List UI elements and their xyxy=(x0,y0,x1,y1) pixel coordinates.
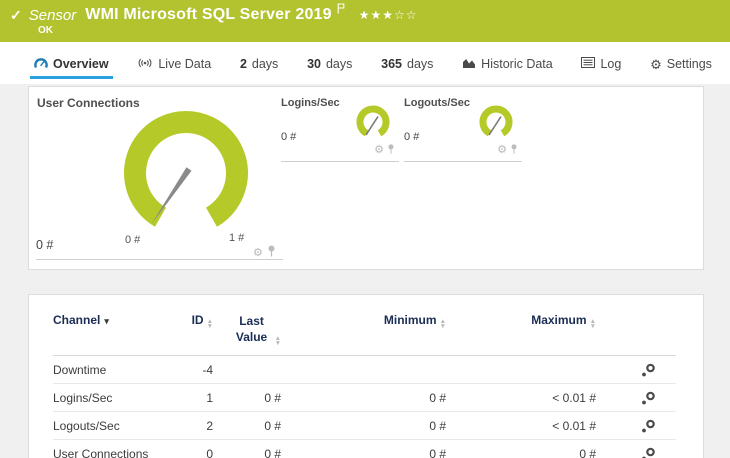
sort-icon: ▲ ▼ xyxy=(589,318,596,330)
gear-icon: ⚙ xyxy=(650,56,662,72)
logouts-gauge-chart xyxy=(479,105,513,137)
priority-stars[interactable]: ★★★☆☆ xyxy=(359,8,418,22)
sort-icon: ▲ ▼ xyxy=(274,335,281,347)
tab-live-data[interactable]: Live Data xyxy=(133,48,215,79)
cell-maximum: 0 # xyxy=(579,446,596,458)
table-row: User Connections 0 0 # 0 # 0 # xyxy=(53,440,676,458)
tab-number: 2 xyxy=(239,57,247,71)
gauge-settings-gear-icon[interactable]: ⚙ xyxy=(374,144,384,156)
table-row: Downtime -4 xyxy=(53,356,676,385)
stars-filled[interactable]: ★★★ xyxy=(359,8,394,22)
col-header-last-value[interactable]: Last Value ▲ ▼ xyxy=(213,313,281,346)
log-list-icon xyxy=(581,57,596,71)
logouts-sec-gauge: Logouts/Sec 0 # ⚙ xyxy=(404,95,522,162)
user-connections-gauge-chart xyxy=(124,111,248,227)
sensor-title: WMI Microsoft SQL Server 2019 xyxy=(85,6,332,23)
channel-table: Channel ▾ ID ▲ ▼ Last Value ▲ ▼ Minimum ▲ ▼ Max… xyxy=(29,295,703,458)
col-label: Maximum xyxy=(531,313,587,327)
cell-channel: User Connections xyxy=(53,446,149,458)
tab-settings[interactable]: ⚙ Settings xyxy=(646,48,716,78)
area-chart-icon xyxy=(462,57,476,72)
gauge-current-value: 0 # xyxy=(281,131,297,143)
cell-minimum: 0 # xyxy=(429,390,446,405)
live-signal-icon xyxy=(137,57,153,72)
col-label: Minimum xyxy=(383,313,437,327)
edit-channel-icon[interactable] xyxy=(641,363,656,377)
gauge-settings-gear-icon[interactable]: ⚙ xyxy=(253,247,263,259)
tab-label: days xyxy=(325,57,353,71)
gauge-settings-gear-icon[interactable]: ⚙ xyxy=(497,144,507,156)
gauge-current-value: 0 # xyxy=(36,238,54,252)
col-label: Channel xyxy=(53,313,101,327)
cell-id: 2 xyxy=(206,418,213,433)
cell-id: 0 xyxy=(206,446,213,458)
tab-historic-data[interactable]: Historic Data xyxy=(458,48,557,79)
tab-bar: Overview Live Data 2 days 30 days 365 da… xyxy=(0,42,730,84)
edit-channel-icon[interactable] xyxy=(641,391,656,405)
col-header-minimum[interactable]: Minimum ▲ ▼ xyxy=(281,313,446,329)
cell-maximum: < 0.01 # xyxy=(552,390,596,405)
cell-channel: Logouts/Sec xyxy=(53,418,120,433)
divider xyxy=(36,259,283,260)
prtg-sensor-page: ✓ Sensor WMI Microsoft SQL Server 2019 ★… xyxy=(0,0,730,458)
priority-flag-icon[interactable] xyxy=(337,1,345,19)
pin-icon[interactable] xyxy=(387,141,395,159)
tab-2-days[interactable]: 2 days xyxy=(236,48,282,78)
cell-channel: Downtime xyxy=(53,362,107,377)
cell-last-value: 0 # xyxy=(264,390,281,405)
gauges-panel: User Connections 0 # 1 # 0 # ⚙ Logins/Se… xyxy=(28,86,704,270)
tab-label: Historic Data xyxy=(481,57,553,71)
channels-panel: Channel ▾ ID ▲ ▼ Last Value ▲ ▼ Minimum ▲ ▼ Max… xyxy=(28,294,704,458)
gauge-title: Logins/Sec xyxy=(281,97,340,109)
col-header-channel[interactable]: Channel ▾ xyxy=(53,313,158,327)
stars-empty[interactable]: ☆☆ xyxy=(394,8,418,22)
cell-id: 1 xyxy=(206,390,213,405)
col-header-maximum[interactable]: Maximum ▲ ▼ xyxy=(446,313,596,329)
tab-label: days xyxy=(407,57,434,71)
object-kind-label: Sensor xyxy=(28,6,77,24)
tab-30-days[interactable]: 30 days xyxy=(303,48,356,78)
tab-label: Log xyxy=(600,57,622,71)
tab-overview[interactable]: Overview xyxy=(30,48,113,79)
overview-gauge-icon xyxy=(34,57,48,72)
cell-maximum: < 0.01 # xyxy=(552,418,596,433)
tab-label: Live Data xyxy=(158,57,212,71)
table-row: Logouts/Sec 2 0 # 0 # < 0.01 # xyxy=(53,412,676,441)
channel-table-header: Channel ▾ ID ▲ ▼ Last Value ▲ ▼ Minimum ▲ ▼ Max… xyxy=(53,313,676,357)
gauge-scale-min: 0 # xyxy=(125,234,141,246)
filter-caret-icon: ▾ xyxy=(104,316,109,326)
tab-365-days[interactable]: 365 days xyxy=(377,48,437,78)
gauge-current-value: 0 # xyxy=(404,131,420,143)
tab-log[interactable]: Log xyxy=(577,48,625,78)
tab-label: Overview xyxy=(53,57,109,71)
col-label: ID xyxy=(191,313,204,327)
gauge-title: Logouts/Sec xyxy=(404,97,471,109)
table-row: Logins/Sec 1 0 # 0 # < 0.01 # xyxy=(53,384,676,413)
col-header-id[interactable]: ID ▲ ▼ xyxy=(158,313,213,329)
edit-channel-icon[interactable] xyxy=(641,419,656,433)
ok-check-icon: ✓ xyxy=(10,6,22,23)
logins-sec-gauge: Logins/Sec 0 # ⚙ xyxy=(281,95,399,162)
edit-channel-icon[interactable] xyxy=(641,447,656,458)
col-label: Last Value xyxy=(235,314,268,345)
cell-minimum: 0 # xyxy=(429,446,446,458)
tab-label: days xyxy=(251,57,279,71)
cell-id: -4 xyxy=(202,362,213,377)
user-connections-gauge: User Connections 0 # 1 # 0 # ⚙ xyxy=(29,87,291,271)
cell-last-value: 0 # xyxy=(264,446,281,458)
cell-channel: Logins/Sec xyxy=(53,390,113,405)
sensor-status-text: OK xyxy=(38,25,53,36)
cell-last-value: 0 # xyxy=(264,418,281,433)
tab-number: 30 xyxy=(307,57,321,71)
tab-number: 365 xyxy=(381,57,402,71)
tab-label: Settings xyxy=(666,57,712,71)
sensor-status-bar: ✓ Sensor WMI Microsoft SQL Server 2019 ★… xyxy=(0,0,730,42)
logins-gauge-chart xyxy=(356,105,390,137)
gauge-scale-max: 1 # xyxy=(229,232,245,244)
cell-minimum: 0 # xyxy=(429,418,446,433)
pin-icon[interactable] xyxy=(510,141,518,159)
